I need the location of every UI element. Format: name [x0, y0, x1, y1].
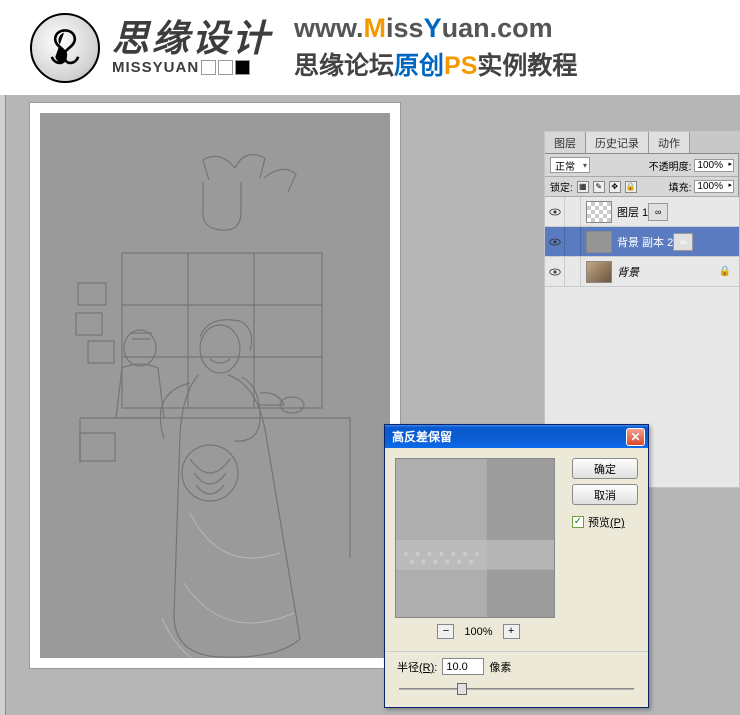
- lock-icon: 🔒: [719, 266, 731, 277]
- visibility-eye-icon[interactable]: [549, 238, 561, 246]
- visibility-eye-icon[interactable]: [549, 268, 561, 276]
- opacity-label: 不透明度:: [649, 158, 692, 173]
- layer-row[interactable]: 背景 🔒: [545, 257, 739, 287]
- layer-name: 图层 1: [617, 204, 648, 220]
- canvas-document[interactable]: [30, 103, 400, 668]
- zoom-out-button[interactable]: −: [437, 624, 454, 639]
- lock-transparent-icon[interactable]: ▦: [577, 181, 589, 193]
- tab-actions[interactable]: 动作: [649, 132, 690, 153]
- opacity-value[interactable]: 100%: [694, 159, 734, 172]
- header-text-block: www.MissYuan.com 思缘论坛原创PS实例教程: [294, 13, 577, 82]
- radius-slider[interactable]: [399, 681, 634, 697]
- zoom-in-button[interactable]: +: [503, 624, 520, 639]
- dialog-title: 高反差保留: [392, 428, 452, 445]
- indicator-box: [201, 60, 216, 75]
- fill-label: 填充:: [669, 179, 692, 194]
- logo-icon: [30, 13, 100, 83]
- ok-button[interactable]: 确定: [572, 458, 638, 479]
- layer-name: 背景 副本 2: [617, 234, 673, 250]
- canvas-image-highpass: [40, 113, 390, 658]
- subtitle: 思缘论坛原创PS实例教程: [294, 46, 577, 82]
- fill-value[interactable]: 100%: [694, 180, 734, 193]
- lock-move-icon[interactable]: ✥: [609, 181, 621, 193]
- layer-row[interactable]: 图层 1 ∞: [545, 197, 739, 227]
- layer-link-icon[interactable]: ∞: [648, 203, 668, 221]
- layer-thumbnail: [586, 261, 612, 283]
- high-pass-dialog: 高反差保留 ✕ − 100: [384, 424, 649, 708]
- lock-paint-icon[interactable]: ✎: [593, 181, 605, 193]
- dialog-titlebar[interactable]: 高反差保留 ✕: [385, 425, 648, 448]
- lock-label: 锁定:: [550, 179, 573, 194]
- indicator-box: [218, 60, 233, 75]
- visibility-eye-icon[interactable]: [549, 208, 561, 216]
- brand-subname: MISSYUAN: [112, 59, 199, 76]
- slider-thumb[interactable]: [457, 683, 467, 695]
- layer-thumbnail: [586, 231, 612, 253]
- layer-link-icon[interactable]: ∞: [673, 233, 693, 251]
- preview-label: 预览(P): [588, 514, 625, 530]
- brand-logo-block: 思缘设计 MISSYUAN: [30, 13, 272, 83]
- indicator-box-filled: [235, 60, 250, 75]
- layer-thumbnail: [586, 201, 612, 223]
- preview-checkbox[interactable]: ✓: [572, 516, 584, 528]
- radius-label: 半径(R):: [397, 659, 437, 675]
- filter-preview[interactable]: [395, 458, 555, 618]
- lock-all-icon[interactable]: 🔒: [625, 181, 637, 193]
- zoom-level: 100%: [464, 626, 492, 638]
- layer-name: 背景: [617, 264, 639, 280]
- tab-layers[interactable]: 图层: [545, 132, 586, 153]
- brand-name: 思缘设计: [112, 20, 272, 57]
- radius-unit: 像素: [489, 659, 511, 675]
- layer-row-selected[interactable]: 背景 副本 2 ∞: [545, 227, 739, 257]
- site-url: www.MissYuan.com: [294, 13, 577, 44]
- tool-strip: [0, 95, 6, 715]
- radius-input[interactable]: [442, 658, 484, 675]
- blend-mode-select[interactable]: 正常: [550, 157, 590, 173]
- cancel-button[interactable]: 取消: [572, 484, 638, 505]
- tab-history[interactable]: 历史记录: [586, 132, 649, 153]
- close-button[interactable]: ✕: [626, 428, 645, 446]
